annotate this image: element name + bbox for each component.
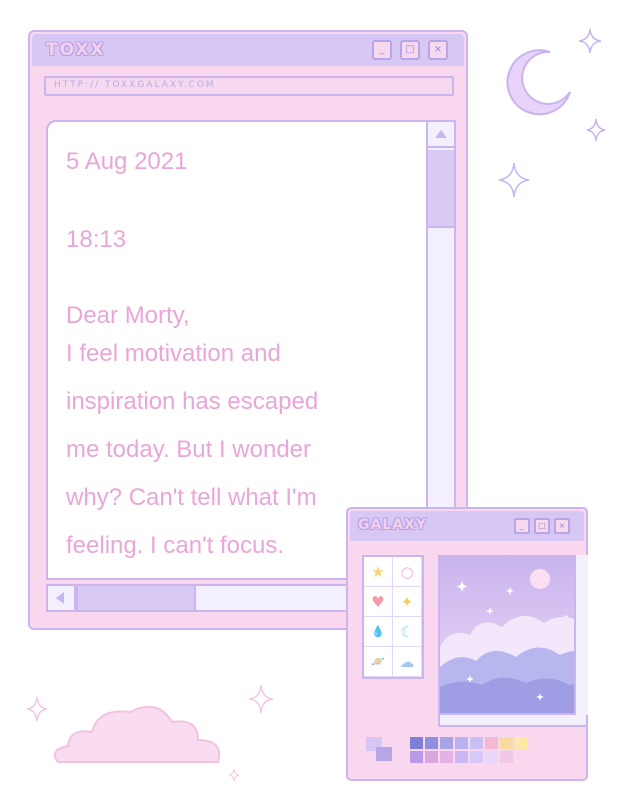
sparkle-icon bbox=[578, 28, 602, 54]
color-swatch[interactable] bbox=[515, 737, 528, 749]
sky-vertical-scrollbar[interactable] bbox=[574, 555, 588, 715]
note-body-line: feeling. I can't focus. bbox=[66, 532, 285, 559]
sparkle-icon bbox=[248, 684, 274, 714]
color-swatch[interactable] bbox=[410, 737, 423, 749]
title-bar[interactable]: TOXX _ □ × bbox=[32, 34, 464, 66]
color-swatch[interactable] bbox=[485, 737, 498, 749]
crescent-moon-icon bbox=[506, 49, 571, 116]
sky-canvas[interactable] bbox=[438, 555, 588, 715]
sparkle-icon bbox=[586, 118, 606, 142]
window-title: TOXX bbox=[46, 40, 106, 60]
color-swatch[interactable] bbox=[425, 737, 438, 749]
star-icon[interactable]: ★ bbox=[364, 557, 393, 587]
color-swatch[interactable] bbox=[485, 751, 498, 763]
sticker-palette: ★ ○ ♥ ✦ 💧 ☾ 🪐 ☁ bbox=[362, 555, 424, 679]
scroll-left-button[interactable] bbox=[48, 586, 76, 610]
note-greeting: Dear Morty, bbox=[66, 302, 190, 329]
heart-icon[interactable]: ♥ bbox=[364, 587, 393, 617]
galaxy-maximize-button[interactable]: □ bbox=[534, 518, 550, 534]
scroll-up-button[interactable] bbox=[428, 122, 454, 148]
layers-icon[interactable] bbox=[366, 737, 394, 767]
color-swatch[interactable] bbox=[455, 751, 468, 763]
moon-icon[interactable]: ☾ bbox=[393, 617, 422, 647]
note-body-line: why? Can't tell what I'm bbox=[66, 484, 317, 511]
color-swatch[interactable] bbox=[455, 737, 468, 749]
color-swatch[interactable] bbox=[500, 737, 513, 749]
note-body-line: inspiration has escaped bbox=[66, 388, 319, 415]
maximize-button[interactable]: □ bbox=[400, 40, 420, 60]
galaxy-window-title: GALAXY bbox=[358, 517, 428, 533]
sky-horizontal-scrollbar[interactable] bbox=[438, 715, 588, 727]
note-body-line: I feel motivation and bbox=[66, 340, 281, 367]
galaxy-window: GALAXY _ □ × ★ ○ ♥ ✦ 💧 ☾ 🪐 ☁ bbox=[346, 507, 588, 781]
color-swatch[interactable] bbox=[470, 751, 483, 763]
cloud-icon[interactable]: ☁ bbox=[393, 647, 422, 677]
color-swatch[interactable] bbox=[410, 751, 423, 763]
color-swatch[interactable] bbox=[440, 751, 453, 763]
note-body-line: me today. But I wonder bbox=[66, 436, 312, 463]
sparkle-icon bbox=[498, 162, 530, 198]
sparkle-icon bbox=[26, 696, 48, 722]
color-swatch[interactable] bbox=[470, 737, 483, 749]
minimize-button[interactable]: _ bbox=[372, 40, 392, 60]
color-swatch[interactable] bbox=[440, 737, 453, 749]
cloud-icon bbox=[53, 705, 220, 763]
drop-icon[interactable]: 💧 bbox=[364, 617, 393, 647]
address-text: HTTP:// TOXXGALAXY.COM bbox=[54, 80, 216, 90]
arrow-left-icon bbox=[56, 592, 64, 604]
galaxy-close-button[interactable]: × bbox=[554, 518, 570, 534]
sparkle-icon[interactable]: ✦ bbox=[393, 587, 422, 617]
color-swatch[interactable] bbox=[500, 751, 513, 763]
planet-icon[interactable]: 🪐 bbox=[364, 647, 393, 677]
color-swatch[interactable] bbox=[515, 751, 528, 763]
circle-icon[interactable]: ○ bbox=[393, 557, 422, 587]
arrow-up-icon bbox=[435, 130, 447, 138]
color-swatch[interactable] bbox=[425, 751, 438, 763]
galaxy-title-bar[interactable]: GALAXY _ □ × bbox=[350, 511, 584, 541]
scroll-thumb[interactable] bbox=[428, 150, 454, 228]
galaxy-minimize-button[interactable]: _ bbox=[514, 518, 530, 534]
note-date: 5 Aug 2021 bbox=[66, 148, 188, 175]
horizontal-scroll-thumb[interactable] bbox=[76, 586, 196, 610]
sky-illustration bbox=[440, 557, 586, 713]
sparkle-icon bbox=[228, 768, 240, 782]
address-bar[interactable]: HTTP:// TOXXGALAXY.COM bbox=[44, 76, 454, 96]
close-button[interactable]: × bbox=[428, 40, 448, 60]
note-time: 18:13 bbox=[66, 226, 127, 253]
